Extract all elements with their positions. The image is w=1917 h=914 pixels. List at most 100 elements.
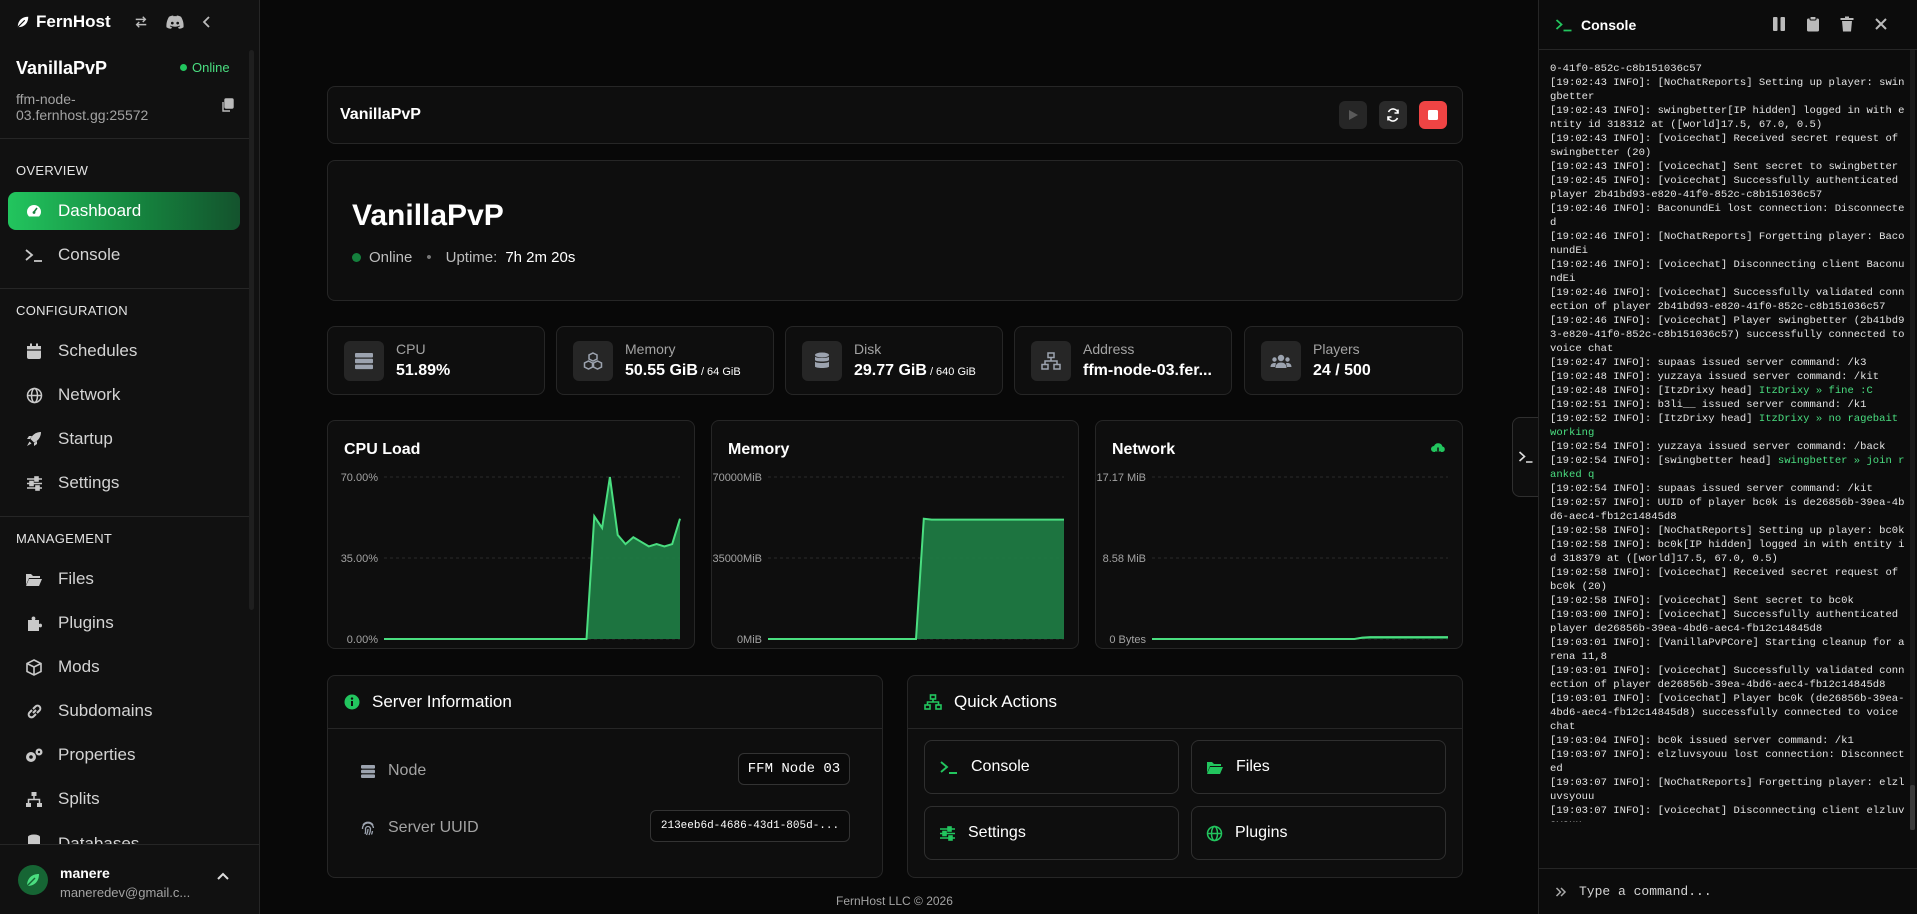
quick-action-label: Console [971,758,1030,775]
console-line: [19:02:46 INFO]: [voicechat] Player swin… [1550,314,1905,356]
node-label: Node [388,762,427,779]
scrollbar-thumb[interactable] [1910,785,1915,830]
stat-card-address: Address ffm-node-03.fer... [1014,326,1232,395]
chart-title: Network [1112,441,1176,458]
nav-item-dashboard[interactable]: Dashboard [8,192,240,230]
y-tick-label: 0 Bytes [1109,634,1146,646]
console-line: [19:02:47 INFO]: supaas issued server co… [1550,356,1905,370]
nav-item-properties[interactable]: Properties [8,736,240,774]
quick-settings-button[interactable]: Settings [924,806,1179,860]
console-panel: Console 0-41f0-852c-c8b151036c57 [19:02:4… [1538,0,1917,914]
uptime-label: Uptime: [445,249,498,266]
y-tick-label: 0MiB [737,634,762,646]
nav-item-network[interactable]: Network [8,376,240,414]
node-value[interactable]: FFM Node 03 [738,753,850,785]
pause-icon[interactable] [1772,16,1786,32]
y-tick-label: 70000MiB [712,472,762,484]
play-icon [1347,109,1359,121]
console-line: [19:02:51 INFO]: b3li__ issued server co… [1550,398,1905,412]
copy-icon[interactable] [221,98,234,112]
quick-console-button[interactable]: Console [924,740,1179,794]
globe-icon [24,387,44,404]
stat-value: 51.89% [396,362,453,380]
user-email: maneredev@gmail.c... [60,885,191,900]
console-line-text: [19:03:04 INFO]: bc0k issued server comm… [1550,735,1854,747]
console-header: Console [1539,0,1917,50]
nav-item-plugins[interactable]: Plugins [8,604,240,642]
discord-icon[interactable] [166,15,184,29]
brand-logo[interactable]: FernHost [16,12,111,32]
console-line-text: [19:02:58 INFO]: [voicechat] Sent secret… [1550,595,1854,607]
stat-card-cpu: CPU 51.89% [327,326,545,395]
hero-status: Online [369,249,413,266]
server-name: VanillaPvP [16,58,108,78]
console-line-text: [19:02:51 INFO]: b3li__ issued server co… [1550,399,1867,411]
server-hero: VanillaPvP Online • Uptime: 7h 2m 20s [327,160,1463,301]
nav-item-subdomains[interactable]: Subdomains [8,692,240,730]
nav-item-schedules[interactable]: Schedules [8,332,240,370]
console-line: [19:02:54 INFO]: yuzzaya issued server c… [1550,440,1905,454]
stop-button[interactable] [1419,101,1447,129]
clipboard-icon[interactable] [1806,16,1820,32]
node-label-row: Node [360,762,426,780]
brand-name: FernHost [36,12,111,31]
quick-plugins-button[interactable]: Plugins [1191,806,1446,860]
console-line: [19:02:48 INFO]: [ItzDrixy head] ItzDrix… [1550,384,1905,398]
console-line-text: [19:03:07 INFO]: [NoChatReports] Forgett… [1550,777,1905,803]
nav-item-databases[interactable]: Databases [8,824,240,844]
nav-item-mods[interactable]: Mods [8,648,240,686]
trash-icon[interactable] [1840,16,1854,32]
user-name: manere [60,865,110,881]
chart-title: CPU Load [344,441,421,458]
console-line-text: [19:02:54 INFO]: supaas issued server co… [1550,483,1873,495]
close-icon[interactable] [1874,16,1888,32]
stat-value: ffm-node-03.fer... [1083,362,1215,380]
uuid-value[interactable]: 213eeb6d-4686-43d1-805d-... [650,810,850,842]
console-toggle-button[interactable] [1512,417,1540,497]
quick-actions-header: Quick Actions [924,692,1057,712]
console-line: [19:02:48 INFO]: yuzzaya issued server c… [1550,370,1905,384]
nav-item-files[interactable]: Files [8,560,240,598]
nav-item-label: Mods [58,657,100,676]
nav-item-label: Dashboard [58,201,142,220]
y-tick-label: 35.00% [341,553,379,565]
separator-dot: • [426,249,432,266]
divider [908,728,1462,729]
nav-item-startup[interactable]: Startup [8,420,240,458]
console-line-text: [19:02:54 INFO]: [swingbetter head] [1550,455,1778,467]
terminal-icon [939,759,959,775]
console-line-text: [19:02:43 INFO]: swingbetter[IP hidden] … [1550,105,1905,131]
nav-item-label: Databases [58,834,140,844]
nav-item-settings[interactable]: Settings [8,464,240,502]
nav-item-splits[interactable]: Splits [8,780,240,818]
stat-value: 50.55 GiB/ 64 GiB [625,362,741,380]
y-tick-label: 17.17 MiB [1096,472,1146,484]
console-line-text: [19:02:47 INFO]: supaas issued server co… [1550,357,1867,369]
sidebar-scrollbar[interactable] [249,50,254,610]
console-line-text: [19:02:46 INFO]: [NoChatReports] Forgett… [1550,231,1905,257]
console-scrollbar[interactable] [1910,50,1915,830]
quick-files-button[interactable]: Files [1191,740,1446,794]
console-line: [19:02:58 INFO]: bc0k[IP hidden] logged … [1550,538,1905,566]
console-line-text: 0-41f0-852c-c8b151036c57 [1550,63,1702,75]
console-line: [19:02:46 INFO]: [voicechat] Successfull… [1550,286,1905,314]
rocket-icon [24,431,44,447]
swap-icon[interactable] [134,15,148,29]
nav-item-console[interactable]: Console [8,236,240,274]
console-log[interactable]: 0-41f0-852c-c8b151036c57 [19:02:43 INFO]:… [1550,62,1905,822]
restart-button[interactable] [1379,101,1407,129]
console-command-input[interactable] [1579,884,1879,899]
user-menu[interactable]: manere maneredev@gmail.c... [0,844,259,914]
terminal-icon [1555,18,1573,32]
collapse-chevron-icon[interactable] [202,15,212,29]
console-title: Console [1581,17,1637,33]
chevron-up-icon[interactable] [216,871,230,881]
server-info-title: Server Information [372,692,512,711]
start-button[interactable] [1339,101,1367,129]
cpu-load-chart: 70.00% 35.00% 0.00% CPU Load [327,420,695,649]
console-line: [19:03:07 INFO]: [voicechat] Disconnecti… [1550,804,1905,822]
console-line: [19:03:07 INFO]: elzluvsyouu lost connec… [1550,748,1905,776]
console-line: [19:03:04 INFO]: bc0k issued server comm… [1550,734,1905,748]
status-dot [180,64,187,71]
database-icon [24,834,44,844]
